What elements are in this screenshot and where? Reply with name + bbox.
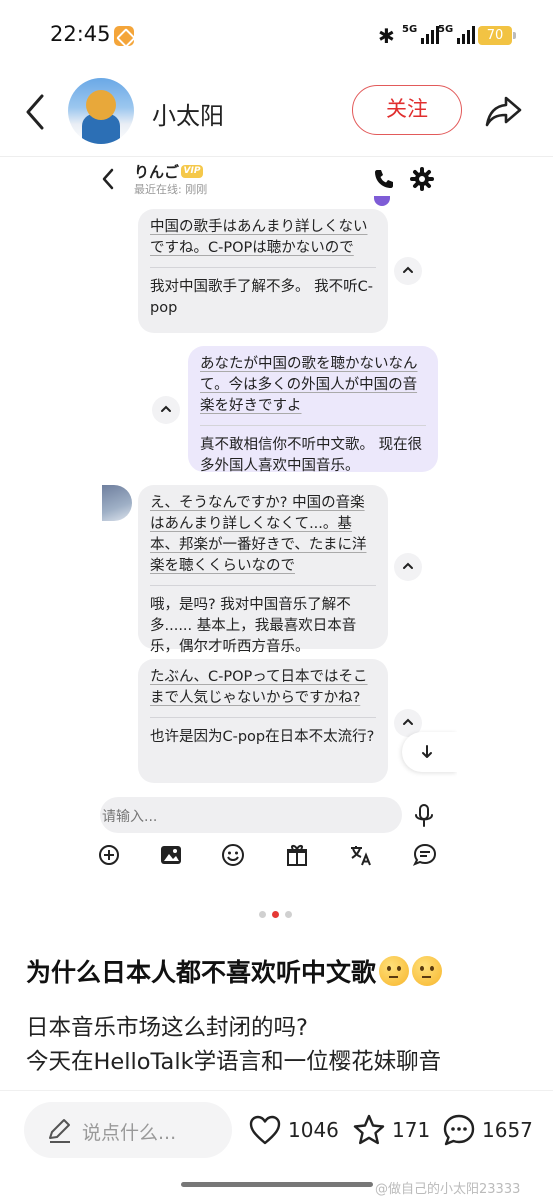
share-button[interactable] <box>484 90 524 130</box>
follow-button[interactable]: 关注 <box>352 85 462 135</box>
message-translation: 我对中国歌手了解不多。 我不听C-pop <box>150 279 373 316</box>
avatar[interactable] <box>68 78 134 144</box>
chat-toolbar <box>92 842 457 872</box>
network-label-2: 5G <box>438 24 454 35</box>
post-title: 为什么日本人都不喜欢听中文歌 <box>26 953 443 989</box>
post-header: 小太阳 关注 <box>0 70 553 156</box>
chevron-up-icon <box>403 718 413 725</box>
scroll-down-button[interactable] <box>402 732 457 772</box>
add-icon <box>96 842 122 868</box>
chat-header: りんご VIP 最近在线: 刚刚 <box>92 157 457 202</box>
message-separator <box>200 425 426 426</box>
arrow-down-icon <box>422 745 432 758</box>
comment-icon <box>443 1114 475 1146</box>
carousel-dot <box>259 911 266 918</box>
favorite-count: 171 <box>392 1118 431 1142</box>
contact-avatar[interactable] <box>102 485 132 521</box>
collapse-translation-button[interactable] <box>152 396 180 424</box>
message-translation: 哦，是吗? 我对中国音乐了解不多...... 基本上，我最喜欢日本音乐，偶尔才听… <box>150 597 357 655</box>
chat-back-icon <box>102 168 114 190</box>
image-icon <box>158 842 184 868</box>
chat-input[interactable]: 请输入... <box>100 797 402 833</box>
back-button[interactable] <box>20 92 50 132</box>
gear-icon <box>410 167 434 191</box>
thinking-emoji-icon <box>379 956 410 986</box>
notification-app-icon <box>114 26 134 46</box>
message-translation: 也许是因为C-pop在日本不太流行? <box>150 729 375 745</box>
thinking-emoji-icon <box>412 956 443 986</box>
chat-input-placeholder: 请输入... <box>102 809 158 825</box>
bottom-divider <box>0 1090 553 1091</box>
chat-message: あなたが中国の歌を聴かないなんて。今は多くの外国人が中国の音楽を好きですよ 真不… <box>188 346 438 474</box>
chat-last-online: 最近在线: 刚刚 <box>134 183 208 196</box>
author-name[interactable]: 小太阳 <box>152 96 224 131</box>
signal-icon: 5G <box>402 24 440 44</box>
collapse-translation-button[interactable] <box>394 257 422 285</box>
status-time: 22:45 <box>50 22 111 46</box>
bluetooth-icon: ✱ <box>378 24 395 48</box>
message-original: え、そうなんですか? 中国の音楽はあんまり詳しくなくて...。基本、邦楽が一番好… <box>150 495 367 574</box>
comment-input[interactable]: 说点什么... <box>24 1102 232 1158</box>
battery-indicator: 70 <box>478 26 516 45</box>
pencil-icon <box>49 1119 70 1143</box>
gift-icon <box>284 842 310 868</box>
post-image[interactable]: りんご VIP 最近在线: 刚刚 中国の歌手はあんまり詳しくないですね。C-PO… <box>92 157 457 887</box>
chat-message: え、そうなんですか? 中国の音楽はあんまり詳しくなくて...。基本、邦楽が一番好… <box>138 485 388 655</box>
back-icon <box>26 94 44 130</box>
chat-message: 中国の歌手はあんまり詳しくないですね。C-POPは聴かないので 我对中国歌手了解… <box>138 209 388 333</box>
message-translation: 真不敢相信你不听中文歌。 现在很多外国人喜欢中国音乐。 <box>200 437 423 474</box>
notification-dot <box>374 196 390 206</box>
message-original: 中国の歌手はあんまり詳しくないですね。C-POPは聴かないので <box>150 219 368 256</box>
vip-badge: VIP <box>181 165 203 178</box>
message-original: たぶん、C-POPって日本ではそこまで人気じゃないからですかね? <box>150 669 368 706</box>
emoji-icon <box>220 842 246 868</box>
heart-icon <box>249 1115 281 1145</box>
post-body-line: 今天在HelloTalk学语言和一位樱花妹聊音 <box>26 1049 442 1075</box>
chat-icon <box>412 842 438 868</box>
message-separator <box>150 585 376 586</box>
chevron-up-icon <box>161 405 171 412</box>
phone-icon <box>375 170 393 188</box>
favorite-button[interactable]: 171 <box>352 1110 430 1150</box>
text-fade <box>0 1075 553 1091</box>
translate-icon <box>348 842 374 868</box>
message-original: あなたが中国の歌を聴かないなんて。今は多くの外国人が中国の音楽を好きですよ <box>200 356 418 414</box>
post-body-line: 日本音乐市场这么封闭的吗? <box>26 1015 308 1041</box>
post-title-text: 为什么日本人都不喜欢听中文歌 <box>26 958 377 987</box>
status-bar: 22:45 ✱ 5G 5G 70 <box>0 0 553 70</box>
like-count: 1046 <box>288 1118 339 1142</box>
collapse-translation-button[interactable] <box>394 553 422 581</box>
chat-contact-name: りんご <box>134 163 180 181</box>
comment-count: 1657 <box>482 1118 533 1142</box>
star-icon <box>353 1114 385 1145</box>
comment-placeholder: 说点什么... <box>82 1122 177 1144</box>
watermark: @做自己的小太阳23333 <box>375 1182 521 1197</box>
chevron-up-icon <box>403 266 413 273</box>
chevron-up-icon <box>403 562 413 569</box>
comment-button[interactable]: 1657 <box>442 1110 533 1150</box>
carousel-indicator <box>259 911 295 919</box>
share-icon <box>485 96 522 127</box>
like-button[interactable]: 1046 <box>248 1110 339 1150</box>
mic-icon <box>415 804 433 827</box>
carousel-dot <box>285 911 292 918</box>
signal-icon-2: 5G <box>438 24 476 44</box>
message-separator <box>150 267 376 268</box>
network-label-1: 5G <box>402 24 418 35</box>
message-separator <box>150 717 376 718</box>
chat-message: たぶん、C-POPって日本ではそこまで人気じゃないからですかね? 也许是因为C-… <box>138 659 388 783</box>
carousel-dot-active <box>272 911 279 918</box>
home-indicator[interactable] <box>181 1182 373 1187</box>
